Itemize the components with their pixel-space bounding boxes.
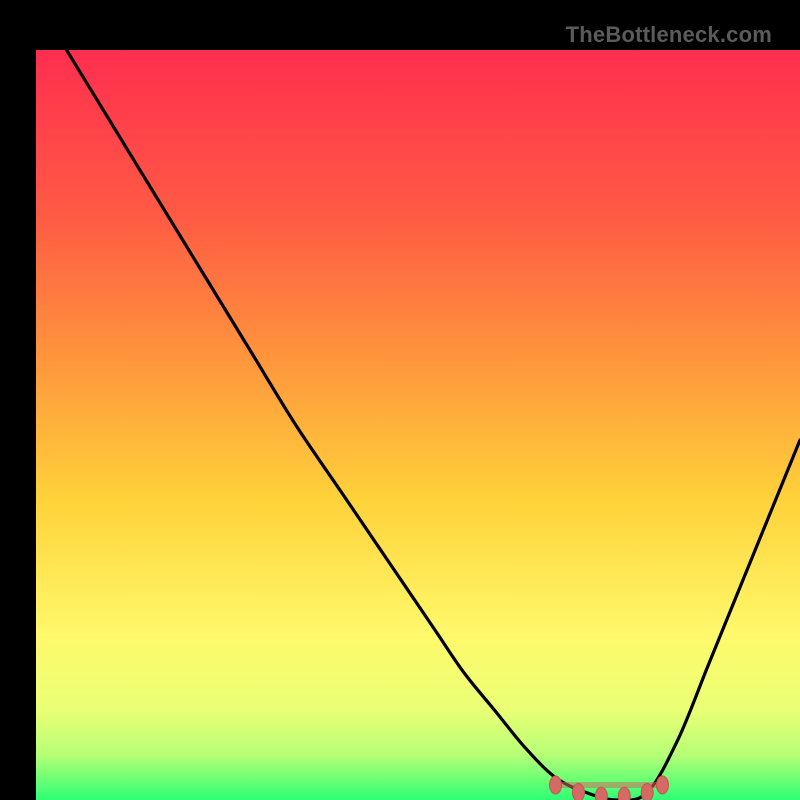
chart-frame: TheBottleneck.com (18, 18, 782, 782)
optimal-marker (595, 787, 607, 800)
optimal-marker (550, 776, 562, 794)
optimal-marker (641, 784, 653, 800)
gradient-background (36, 50, 800, 800)
optimal-marker (618, 787, 630, 800)
optimal-marker (572, 784, 584, 800)
watermark-text: TheBottleneck.com (566, 22, 772, 48)
bottleneck-chart (36, 50, 800, 800)
optimal-marker (656, 776, 668, 794)
